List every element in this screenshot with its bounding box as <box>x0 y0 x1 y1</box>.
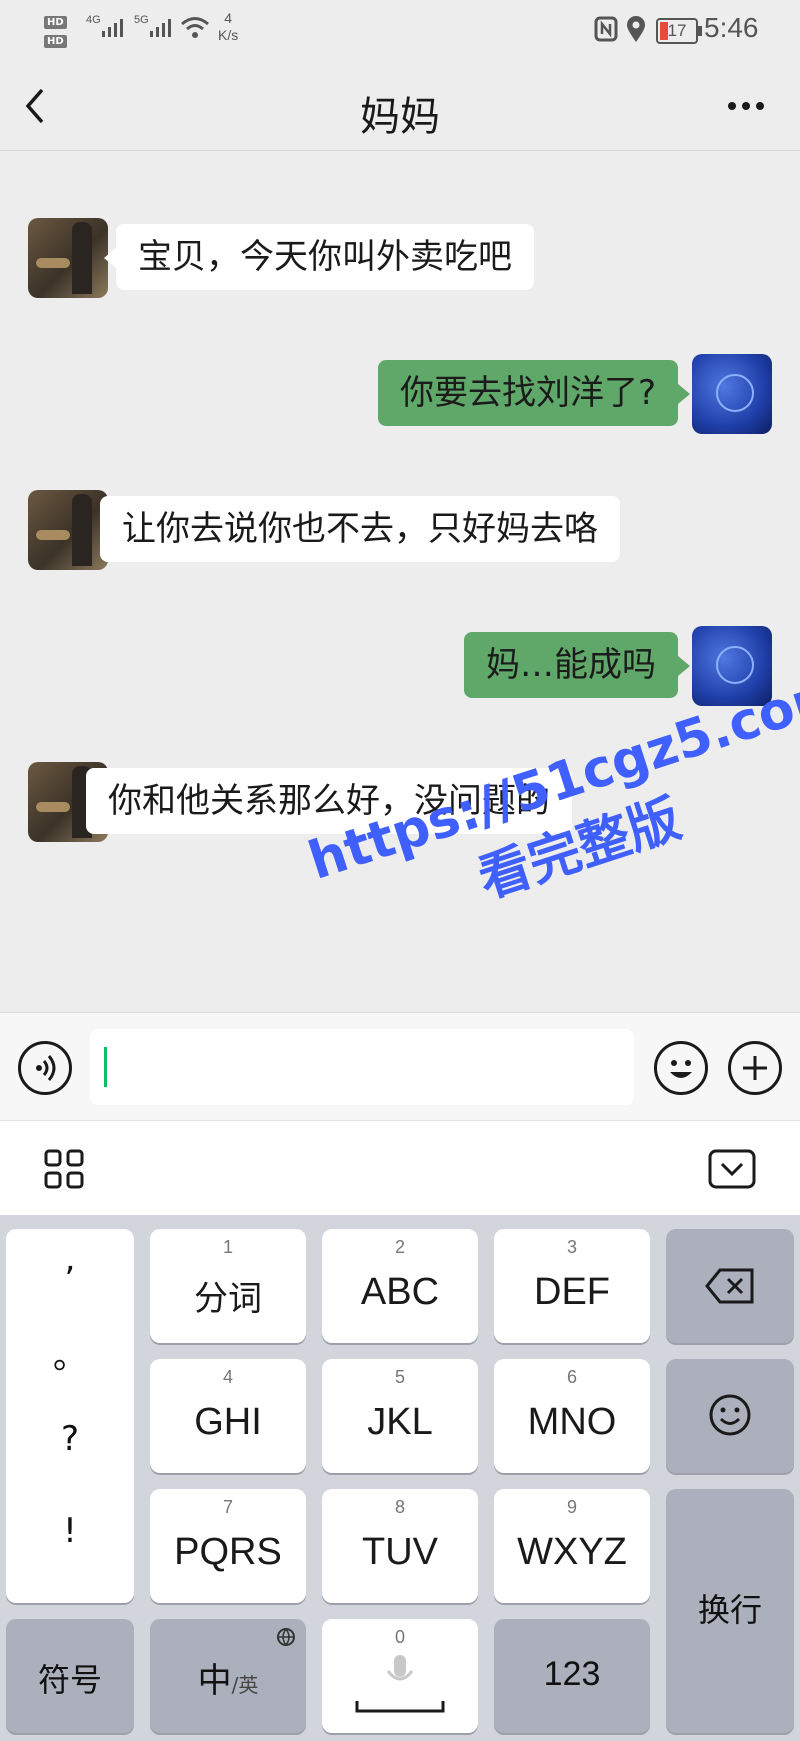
language-alt: /英 <box>231 1673 259 1697</box>
my-avatar[interactable] <box>692 354 772 434</box>
punct-key[interactable]: ? <box>6 1419 134 1459</box>
signal-icon <box>102 19 123 37</box>
net-speed-unit: K/s <box>218 27 239 43</box>
backspace-icon <box>705 1268 754 1304</box>
message-bubble-outgoing[interactable]: 你要去找刘洋了? <box>377 360 678 426</box>
key-2[interactable]: 2 ABC <box>322 1229 478 1343</box>
key-9[interactable]: 9 WXYZ <box>494 1489 650 1603</box>
key-5[interactable]: 5 JKL <box>322 1359 478 1473</box>
keyboard-toolbar <box>0 1120 800 1216</box>
contact-avatar[interactable] <box>28 218 108 298</box>
battery-level: 17 <box>667 21 687 40</box>
space-key[interactable]: 0 <box>322 1619 478 1733</box>
smiley-icon <box>709 1394 751 1436</box>
plus-icon[interactable] <box>728 1041 782 1095</box>
language-switch-key[interactable]: 中/英 <box>150 1619 306 1733</box>
message-input[interactable] <box>90 1029 634 1105</box>
more-icon[interactable] <box>726 100 766 112</box>
punctuation-column[interactable]: , 。 ? ! <box>6 1229 134 1603</box>
text-cursor <box>104 1047 107 1087</box>
input-bar <box>0 1012 800 1121</box>
voice-icon[interactable] <box>18 1041 72 1095</box>
enter-key[interactable]: 换行 <box>666 1489 794 1733</box>
network-label: 4G <box>86 14 101 26</box>
space-bar-icon <box>355 1701 445 1713</box>
punct-key[interactable]: ! <box>6 1511 134 1551</box>
backspace-key[interactable] <box>666 1229 794 1343</box>
chat-title: 妈妈 <box>360 94 440 140</box>
symbol-label: 符号 <box>37 1661 102 1699</box>
numeric-key[interactable]: 123 <box>494 1619 650 1733</box>
nfc-icon <box>594 16 618 42</box>
microphone-icon <box>386 1655 414 1681</box>
punct-key[interactable]: 。 <box>6 1329 134 1378</box>
contact-avatar[interactable] <box>28 490 108 570</box>
emoji-key[interactable] <box>666 1359 794 1473</box>
watermark: https://51cgz5.com 看完整版 <box>300 661 800 1048</box>
numeric-label: 123 <box>543 1655 601 1693</box>
signal-icon <box>150 19 171 37</box>
hide-keyboard-icon[interactable] <box>708 1149 756 1189</box>
key-8[interactable]: 8 TUV <box>322 1489 478 1603</box>
keyboard: , 。 ? ! 1 分词 2 ABC 3 DEF 4 GHI 5 JKL 6 M… <box>0 1215 800 1741</box>
wifi-icon <box>181 17 209 38</box>
key-4[interactable]: 4 GHI <box>150 1359 306 1473</box>
message-bubble-incoming[interactable]: 让你去说你也不去，只好妈去咯 <box>100 496 620 562</box>
battery-icon: 17 <box>656 18 702 44</box>
chat-header: 妈妈 <box>0 60 800 151</box>
language-main: 中 <box>197 1661 232 1701</box>
hd-badge: HD <box>44 35 67 48</box>
message-bubble-incoming[interactable]: 宝贝，今天你叫外卖吃吧 <box>116 224 534 290</box>
key-7[interactable]: 7 PQRS <box>150 1489 306 1603</box>
location-icon <box>627 16 645 42</box>
message-bubble-outgoing[interactable]: 妈…能成吗 <box>464 632 678 698</box>
net-speed-value: 4 <box>224 10 233 26</box>
network-label: 5G <box>134 14 149 26</box>
enter-label: 换行 <box>697 1591 762 1629</box>
grid-icon[interactable] <box>44 1149 84 1189</box>
punct-key[interactable]: , <box>6 1239 134 1279</box>
key-3[interactable]: 3 DEF <box>494 1229 650 1343</box>
emoji-icon[interactable] <box>654 1041 708 1095</box>
symbol-key[interactable]: 符号 <box>6 1619 134 1733</box>
globe-icon <box>277 1628 295 1647</box>
hd-badge: HD <box>44 16 67 29</box>
clock: 5:46 <box>704 12 759 43</box>
key-1[interactable]: 1 分词 <box>150 1229 306 1343</box>
status-bar: HD HD 4G 5G 4 K/s 17 5:46 <box>0 0 800 60</box>
key-6[interactable]: 6 MNO <box>494 1359 650 1473</box>
